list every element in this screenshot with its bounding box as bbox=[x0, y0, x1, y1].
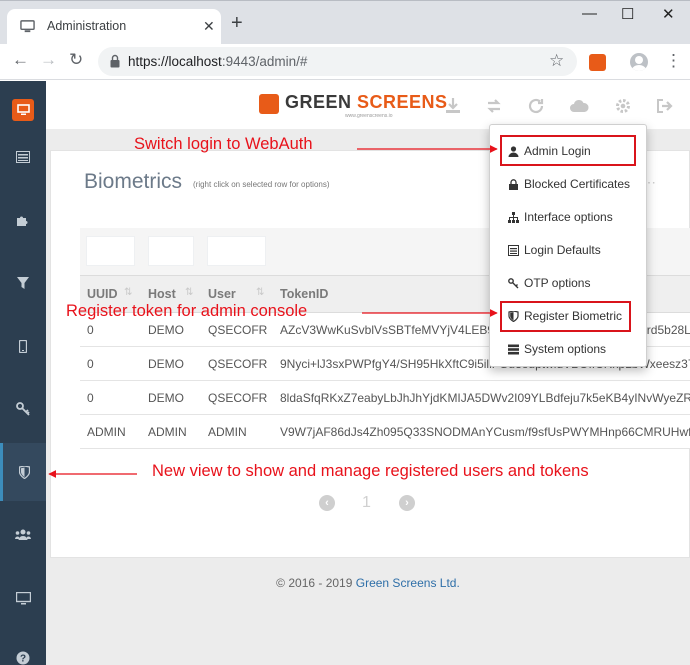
screen: Administration ✕ + — ☐ ✕ ← → ↻ https://l… bbox=[0, 0, 690, 665]
annotation-arrows bbox=[48, 145, 498, 478]
